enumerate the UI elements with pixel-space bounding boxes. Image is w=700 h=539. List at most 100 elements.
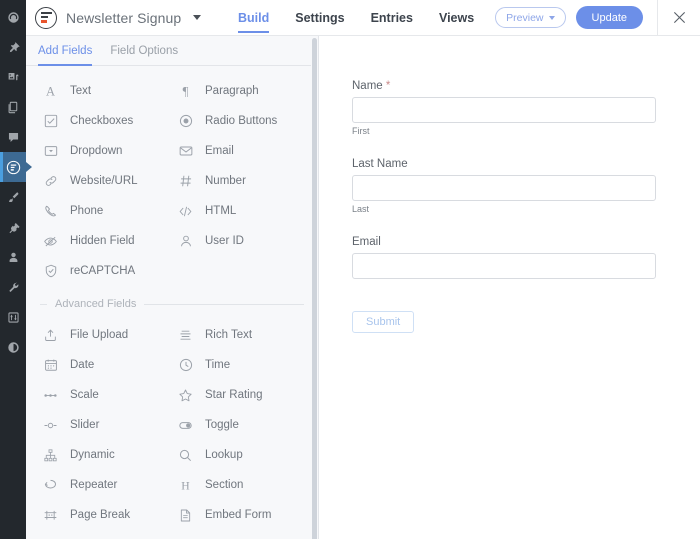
rail-item-tools[interactable] xyxy=(0,272,26,302)
form-field-email[interactable]: Email xyxy=(352,236,656,279)
field-item-lookup[interactable]: Lookup xyxy=(173,440,308,470)
field-item-page-break[interactable]: Page Break xyxy=(38,500,173,530)
brand-block: Newsletter Signup xyxy=(26,6,202,29)
rail-item-plugins[interactable] xyxy=(0,212,26,242)
field-label: Radio Buttons xyxy=(205,115,278,127)
field-label: User ID xyxy=(205,235,244,247)
plug-icon xyxy=(8,222,20,233)
field-label: File Upload xyxy=(70,329,129,341)
field-item-email[interactable]: Email xyxy=(173,136,308,166)
field-label: Scale xyxy=(70,389,99,401)
field-item-text[interactable]: A Text xyxy=(38,76,173,106)
field-label: Number xyxy=(205,175,246,187)
field-label: Last Name xyxy=(352,158,656,170)
field-item-scale[interactable]: Scale xyxy=(38,380,173,410)
dynamic-icon xyxy=(42,447,59,464)
field-item-repeater[interactable]: Repeater xyxy=(38,470,173,500)
field-label: reCAPTCHA xyxy=(70,265,136,277)
tab-build[interactable]: Build xyxy=(238,0,270,36)
field-item-phone[interactable]: Phone xyxy=(38,196,173,226)
rail-item-collapse-menu[interactable] xyxy=(0,332,26,362)
field-item-section[interactable]: H Section xyxy=(173,470,308,500)
tab-field-options[interactable]: Field Options xyxy=(110,36,178,66)
field-label: Repeater xyxy=(70,479,118,491)
embed-form-icon xyxy=(177,507,194,524)
field-item-dynamic[interactable]: Dynamic xyxy=(38,440,173,470)
form-field-name[interactable]: Name * First xyxy=(352,80,656,136)
rail-item-dashboard[interactable] xyxy=(0,2,26,32)
user-icon xyxy=(9,252,17,262)
close-button[interactable] xyxy=(658,0,700,36)
fields-panel: Add Fields Field Options A Text ¶ Paragr… xyxy=(26,36,319,539)
field-label-text: Last Name xyxy=(352,158,408,170)
field-sublabel: Last xyxy=(352,204,370,214)
builder-topbar: Newsletter Signup Build Settings Entries… xyxy=(26,0,700,36)
builder-nav-tabs: Build Settings Entries Views xyxy=(238,0,474,36)
tab-entries[interactable]: Entries xyxy=(371,0,413,36)
field-label: Hidden Field xyxy=(70,235,135,247)
form-builder-app: Newsletter Signup Build Settings Entries… xyxy=(0,0,700,539)
field-label: Name * xyxy=(352,80,656,92)
rail-item-formidable-forms[interactable] xyxy=(0,152,32,182)
field-item-date[interactable]: Date xyxy=(38,350,173,380)
field-item-dropdown[interactable]: Dropdown xyxy=(38,136,173,166)
fields-panel-scrollbar[interactable] xyxy=(311,36,318,539)
field-label: Toggle xyxy=(205,419,239,431)
preview-button[interactable]: Preview xyxy=(495,7,566,28)
field-item-checkboxes[interactable]: Checkboxes xyxy=(38,106,173,136)
tab-views[interactable]: Views xyxy=(439,0,474,36)
form-field-last-name[interactable]: Last Name Last xyxy=(352,158,656,214)
scale-icon xyxy=(42,387,59,404)
field-label: Phone xyxy=(70,205,104,217)
field-item-website-url[interactable]: Website/URL xyxy=(38,166,173,196)
rail-item-posts[interactable] xyxy=(0,32,26,62)
name-last-input[interactable] xyxy=(352,175,656,201)
preview-button-label: Preview xyxy=(506,11,544,24)
rail-item-users[interactable] xyxy=(0,242,26,272)
code-icon xyxy=(177,203,194,220)
field-item-file-upload[interactable]: File Upload xyxy=(38,320,173,350)
field-item-star-rating[interactable]: Star Rating xyxy=(173,380,308,410)
email-input[interactable] xyxy=(352,253,656,279)
field-item-toggle[interactable]: Toggle xyxy=(173,410,308,440)
text-icon: A xyxy=(42,83,59,100)
field-item-slider[interactable]: Slider xyxy=(38,410,173,440)
field-item-hidden-field[interactable]: Hidden Field xyxy=(38,226,173,256)
field-label: Dynamic xyxy=(70,449,115,461)
field-item-number[interactable]: Number xyxy=(173,166,308,196)
name-first-input[interactable] xyxy=(352,97,656,123)
page-title: Newsletter Signup xyxy=(66,9,182,26)
form-switcher-chevron-down-icon[interactable] xyxy=(193,15,202,20)
checkbox-icon xyxy=(42,113,59,130)
field-label: Dropdown xyxy=(70,145,123,157)
rail-item-settings[interactable] xyxy=(0,302,26,332)
field-label: Paragraph xyxy=(205,85,259,97)
rail-item-comments[interactable] xyxy=(0,122,26,152)
field-item-radio-buttons[interactable]: Radio Buttons xyxy=(173,106,308,136)
field-item-paragraph[interactable]: ¶ Paragraph xyxy=(173,76,308,106)
field-label: Page Break xyxy=(70,509,131,521)
sliders-icon xyxy=(7,311,19,323)
wp-admin-sidebar xyxy=(0,0,32,539)
tab-settings[interactable]: Settings xyxy=(295,0,344,36)
field-item-time[interactable]: Time xyxy=(173,350,308,380)
update-button[interactable]: Update xyxy=(575,6,643,29)
rail-item-pages[interactable] xyxy=(0,92,26,122)
rail-item-media[interactable] xyxy=(0,62,26,92)
field-item-user-id[interactable]: User ID xyxy=(173,226,308,256)
scrollbar-thumb[interactable] xyxy=(312,38,317,539)
email-icon xyxy=(177,143,194,160)
svg-text:¶: ¶ xyxy=(183,84,189,98)
user-icon xyxy=(177,233,194,250)
media-icon xyxy=(8,72,18,80)
rail-item-appearance[interactable] xyxy=(0,182,26,212)
field-item-html[interactable]: HTML xyxy=(173,196,308,226)
pin-icon xyxy=(9,41,20,52)
submit-button[interactable]: Submit xyxy=(352,311,415,333)
field-item-rich-text[interactable]: Rich Text xyxy=(173,320,308,350)
field-item-recaptcha[interactable]: reCAPTCHA xyxy=(38,256,173,286)
tab-add-fields[interactable]: Add Fields xyxy=(38,36,93,66)
clock-icon xyxy=(177,357,194,374)
field-item-embed-form[interactable]: Embed Form xyxy=(173,500,308,530)
repeater-icon xyxy=(42,477,59,494)
